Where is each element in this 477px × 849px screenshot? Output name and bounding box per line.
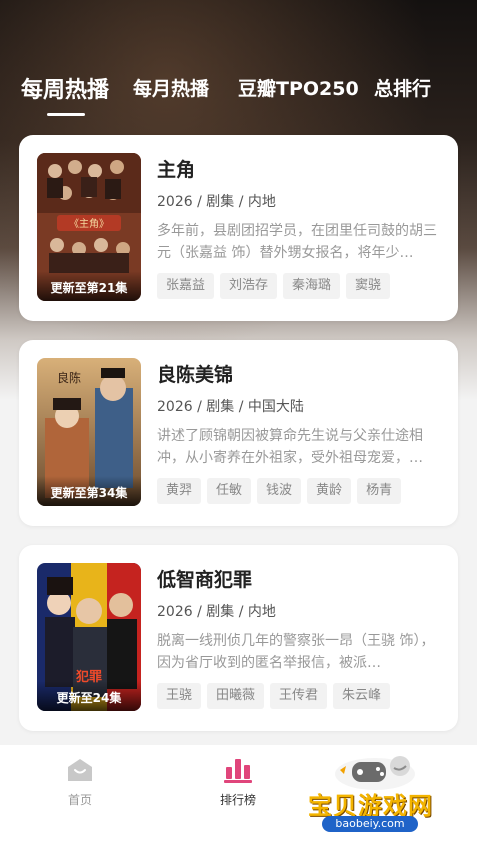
drama-card[interactable]: 《主角》 更新至第21集 主角 2026 / 剧集 / 内地 多年前，县剧团招学… [19, 135, 458, 321]
episode-badge: 更新至24集 [37, 681, 141, 711]
drama-card[interactable]: 良陈 更新至第34集 良陈美锦 2026 / 剧集 / 中国大陆 讲述了顾锦朝因… [19, 340, 458, 526]
drama-meta: 2026 / 剧集 / 中国大陆 [157, 399, 304, 415]
actor-tag[interactable]: 张嘉益 [157, 273, 215, 299]
nav-home[interactable]: 首页 [40, 757, 120, 808]
tab-douban-top250[interactable]: 豆瓣TPO250 [238, 74, 359, 101]
drama-meta: 2026 / 剧集 / 内地 [157, 194, 276, 210]
actor-tag[interactable]: 钱波 [257, 478, 302, 504]
actor-tag[interactable]: 秦海璐 [283, 273, 341, 299]
drama-description: 脱离一线刑侦几年的警察张一昂（王骁 饰），因为省厅收到的匿名举报信，被派… [157, 633, 435, 671]
actor-tag[interactable]: 刘浩存 [220, 273, 278, 299]
drama-title[interactable]: 低智商犯罪 [157, 565, 252, 592]
actor-tag[interactable]: 任敏 [207, 478, 252, 504]
nav-home-label: 首页 [67, 793, 92, 807]
actor-tags: 张嘉益 刘浩存 秦海璐 窦骁 [157, 273, 447, 301]
tab-overall[interactable]: 总排行 [374, 74, 431, 101]
tab-monthly[interactable]: 每月热播 [133, 74, 209, 101]
poster-image[interactable]: 《主角》 更新至第21集 [37, 153, 141, 301]
actor-tags: 黄羿 任敏 钱波 黄龄 杨青 [157, 478, 447, 506]
ranking-tabs: 每周热播 每月热播 豆瓣TPO250 总排行 [0, 62, 477, 122]
actor-tag[interactable]: 黄羿 [157, 478, 202, 504]
nav-ranking[interactable]: 排行榜 [198, 757, 278, 808]
poster-image[interactable]: 良陈 更新至第34集 [37, 358, 141, 506]
drama-description: 讲述了顾锦朝因被算命先生说与父亲仕途相冲，从小寄养在外祖家，受外祖母宠爱，… [157, 428, 423, 466]
drama-meta: 2026 / 剧集 / 内地 [157, 604, 276, 620]
home-icon [68, 759, 92, 781]
watermark-url: baobeiy.com [322, 816, 418, 832]
drama-title[interactable]: 良陈美锦 [157, 360, 233, 387]
drama-description: 多年前，县剧团招学员，在团里任司鼓的胡三元（张嘉益 饰）替外甥女报名，将年少… [157, 223, 437, 261]
watermark-logo: 宝贝游戏网 baobeiy.com [300, 752, 450, 842]
drama-title[interactable]: 主角 [157, 155, 195, 182]
active-tab-indicator [47, 113, 85, 116]
actor-tag[interactable]: 黄龄 [307, 478, 352, 504]
episode-badge: 更新至第21集 [37, 271, 141, 301]
episode-badge: 更新至第34集 [37, 476, 141, 506]
nav-ranking-label: 排行榜 [219, 793, 256, 807]
poster-image[interactable]: 犯罪 更新至24集 [37, 563, 141, 711]
svg-text:良陈: 良陈 [57, 370, 81, 385]
drama-card[interactable]: 犯罪 更新至24集 低智商犯罪 2026 / 剧集 / 内地 脱离一线刑侦几年的… [19, 545, 458, 731]
ranking-icon [224, 759, 252, 783]
actor-tag[interactable]: 田曦薇 [207, 683, 265, 709]
actor-tag[interactable]: 王传君 [270, 683, 328, 709]
actor-tag[interactable]: 杨青 [357, 478, 402, 504]
tab-weekly[interactable]: 每周热播 [21, 72, 109, 104]
actor-tag[interactable]: 窦骁 [346, 273, 391, 299]
svg-text:《主角》: 《主角》 [69, 218, 109, 230]
actor-tag[interactable]: 王骁 [157, 683, 202, 709]
actor-tags: 王骁 田曦薇 王传君 朱云峰 [157, 683, 447, 711]
actor-tag[interactable]: 朱云峰 [333, 683, 391, 709]
